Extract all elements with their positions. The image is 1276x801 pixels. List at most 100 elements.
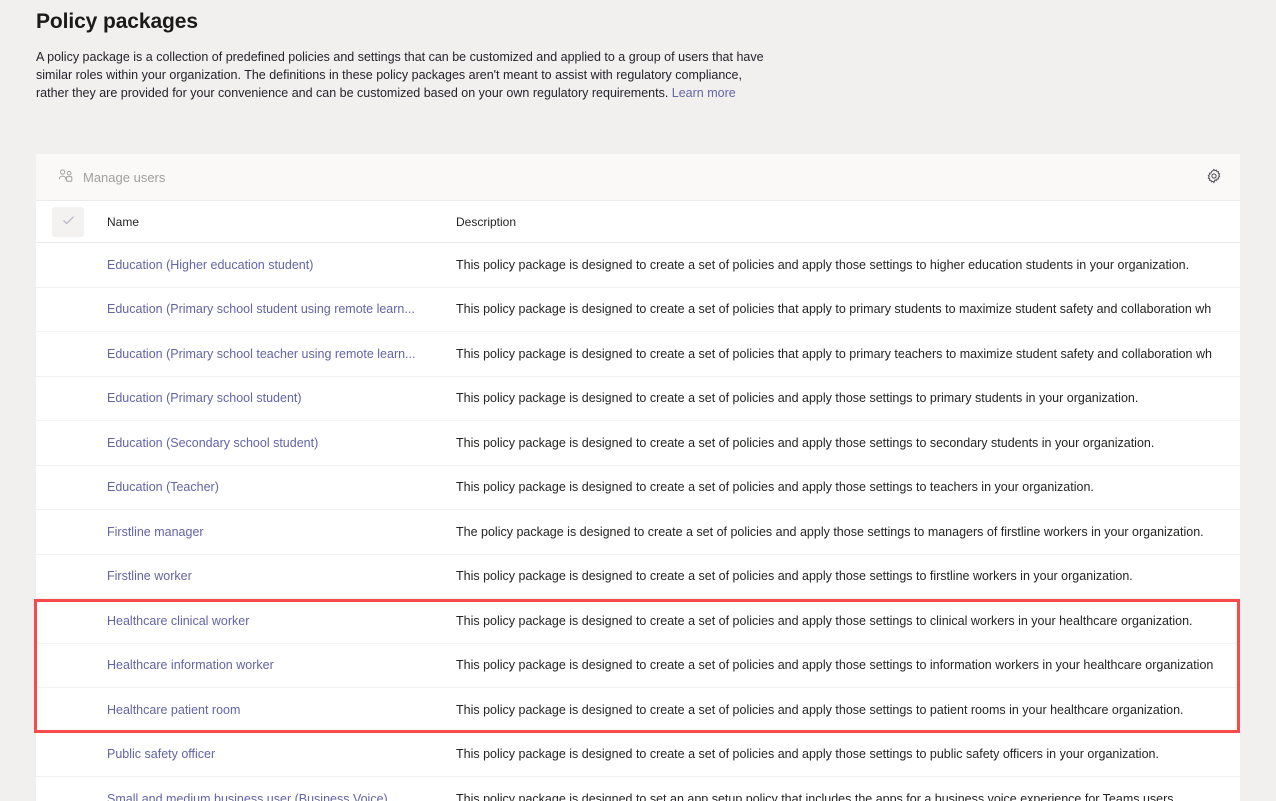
- policy-package-description: This policy package is designed to set a…: [456, 791, 1178, 801]
- row-checkbox-cell[interactable]: [36, 687, 106, 733]
- policy-package-link[interactable]: Firstline worker: [107, 569, 437, 583]
- policy-package-description: This policy package is designed to creat…: [456, 257, 1190, 272]
- page-description: A policy package is a collection of pred…: [36, 48, 771, 102]
- column-header-name[interactable]: Name: [106, 201, 448, 243]
- row-name-cell: Firstline worker: [106, 554, 448, 599]
- row-name-cell: Public safety officer: [106, 732, 448, 777]
- row-name-cell: Healthcare clinical worker: [106, 598, 448, 644]
- row-checkbox-cell[interactable]: [36, 598, 106, 644]
- row-description-cell: This policy package is designed to creat…: [448, 732, 1240, 777]
- row-checkbox-cell[interactable]: [36, 242, 106, 288]
- row-checkbox-cell[interactable]: [36, 287, 106, 332]
- policy-package-link[interactable]: Education (Primary school teacher using …: [107, 347, 437, 361]
- row-name-cell: Firstline manager: [106, 509, 448, 555]
- manage-users-button[interactable]: Manage users: [52, 161, 171, 193]
- table-body: Education (Higher education student) This…: [36, 242, 1240, 801]
- policy-packages-table-card: Manage users Name Description Education …: [36, 154, 1240, 801]
- row-description-cell: This policy package is designed to creat…: [448, 420, 1240, 466]
- policy-package-link[interactable]: Education (Higher education student): [107, 258, 437, 272]
- row-checkbox-cell[interactable]: [36, 776, 106, 801]
- policy-package-link[interactable]: Public safety officer: [107, 747, 437, 761]
- policy-package-description: This policy package is designed to creat…: [456, 302, 1212, 317]
- policy-packages-table: Name Description Education (Higher educa…: [36, 201, 1240, 801]
- page-description-text: A policy package is a collection of pred…: [36, 50, 764, 100]
- row-checkbox-cell[interactable]: [36, 554, 106, 599]
- policy-package-link[interactable]: Healthcare information worker: [107, 658, 437, 672]
- gear-icon: [1206, 168, 1222, 187]
- table-row[interactable]: Public safety officer This policy package…: [36, 732, 1240, 777]
- row-name-cell: Education (Higher education student): [106, 242, 448, 288]
- policy-package-link[interactable]: Education (Primary school student): [107, 391, 437, 405]
- policy-package-description: This policy package is designed to creat…: [456, 435, 1155, 450]
- table-row[interactable]: Education (Secondary school student) This…: [36, 420, 1240, 466]
- select-all-header: [36, 201, 106, 243]
- column-header-description[interactable]: Description: [448, 201, 1240, 243]
- people-icon: [58, 168, 74, 187]
- row-checkbox-cell[interactable]: [36, 376, 106, 421]
- table-row[interactable]: Education (Primary school teacher using …: [36, 331, 1240, 377]
- policy-package-description: The policy package is designed to create…: [456, 524, 1204, 539]
- row-name-cell: Education (Teacher): [106, 465, 448, 510]
- row-checkbox-cell[interactable]: [36, 732, 106, 777]
- row-checkbox-cell[interactable]: [36, 509, 106, 555]
- table-row[interactable]: Firstline worker This policy package is d…: [36, 554, 1240, 599]
- row-name-cell: Education (Primary school student using …: [106, 287, 448, 332]
- table-row[interactable]: Healthcare patient room This policy packa…: [36, 687, 1240, 733]
- table-header-row: Name Description: [36, 201, 1240, 243]
- table-toolbar: Manage users: [36, 154, 1240, 201]
- policy-package-link[interactable]: Education (Teacher): [107, 480, 437, 494]
- policy-package-description: This policy package is designed to creat…: [456, 702, 1184, 717]
- policy-package-description: This policy package is designed to creat…: [456, 613, 1193, 628]
- settings-button[interactable]: [1202, 164, 1226, 191]
- page-title: Policy packages: [36, 10, 198, 33]
- policy-package-description: This policy package is designed to creat…: [456, 747, 1159, 762]
- row-description-cell: This policy package is designed to creat…: [448, 598, 1240, 644]
- policy-package-description: This policy package is designed to creat…: [456, 569, 1133, 584]
- row-name-cell: Healthcare information worker: [106, 643, 448, 688]
- learn-more-link[interactable]: Learn more: [672, 86, 736, 100]
- row-name-cell: Education (Primary school student): [106, 376, 448, 421]
- table-row[interactable]: Education (Higher education student) This…: [36, 242, 1240, 288]
- row-name-cell: Healthcare patient room: [106, 687, 448, 733]
- policy-package-link[interactable]: Firstline manager: [107, 525, 437, 539]
- table-row[interactable]: Firstline manager The policy package is d…: [36, 509, 1240, 555]
- manage-users-label: Manage users: [83, 169, 166, 185]
- row-description-cell: This policy package is designed to creat…: [448, 687, 1240, 733]
- policy-package-description: This policy package is designed to creat…: [456, 658, 1214, 673]
- policy-package-description: This policy package is designed to creat…: [456, 480, 1094, 495]
- row-checkbox-cell[interactable]: [36, 643, 106, 688]
- table-row[interactable]: Education (Primary school student) This p…: [36, 376, 1240, 421]
- table-row[interactable]: Education (Primary school student using …: [36, 287, 1240, 332]
- policy-package-link[interactable]: Education (Primary school student using …: [107, 302, 437, 316]
- table-row[interactable]: Education (Teacher) This policy package i…: [36, 465, 1240, 510]
- row-description-cell: This policy package is designed to creat…: [448, 465, 1240, 510]
- row-description-cell: This policy package is designed to creat…: [448, 554, 1240, 599]
- policy-package-link[interactable]: Healthcare patient room: [107, 703, 437, 717]
- row-name-cell: Small and medium business user (Business…: [106, 776, 448, 801]
- row-checkbox-cell[interactable]: [36, 331, 106, 377]
- policy-packages-page: Policy packages A policy package is a co…: [0, 0, 1276, 801]
- row-description-cell: The policy package is designed to create…: [448, 509, 1240, 555]
- row-name-cell: Education (Primary school teacher using …: [106, 331, 448, 377]
- row-description-cell: This policy package is designed to creat…: [448, 643, 1240, 688]
- row-description-cell: This policy package is designed to creat…: [448, 331, 1240, 377]
- policy-package-link[interactable]: Healthcare clinical worker: [107, 614, 437, 628]
- table-header: Name Description: [36, 201, 1240, 243]
- table-row[interactable]: Healthcare information worker This policy…: [36, 643, 1240, 688]
- row-description-cell: This policy package is designed to set a…: [448, 776, 1240, 801]
- row-description-cell: This policy package is designed to creat…: [448, 376, 1240, 421]
- row-description-cell: This policy package is designed to creat…: [448, 287, 1240, 332]
- page-header: Policy packages A policy package is a co…: [36, 8, 796, 102]
- row-checkbox-cell[interactable]: [36, 465, 106, 510]
- policy-package-link[interactable]: Small and medium business user (Business…: [107, 792, 437, 801]
- row-checkbox-cell[interactable]: [36, 420, 106, 466]
- table-row[interactable]: Healthcare clinical worker This policy pa…: [36, 598, 1240, 644]
- table-row[interactable]: Small and medium business user (Business…: [36, 776, 1240, 801]
- select-all-checkbox[interactable]: [52, 206, 84, 237]
- row-description-cell: This policy package is designed to creat…: [448, 242, 1240, 288]
- policy-package-link[interactable]: Education (Secondary school student): [107, 436, 437, 450]
- checkmark-icon: [61, 213, 76, 231]
- policy-package-description: This policy package is designed to creat…: [456, 391, 1139, 406]
- policy-package-description: This policy package is designed to creat…: [456, 346, 1212, 361]
- row-name-cell: Education (Secondary school student): [106, 420, 448, 466]
